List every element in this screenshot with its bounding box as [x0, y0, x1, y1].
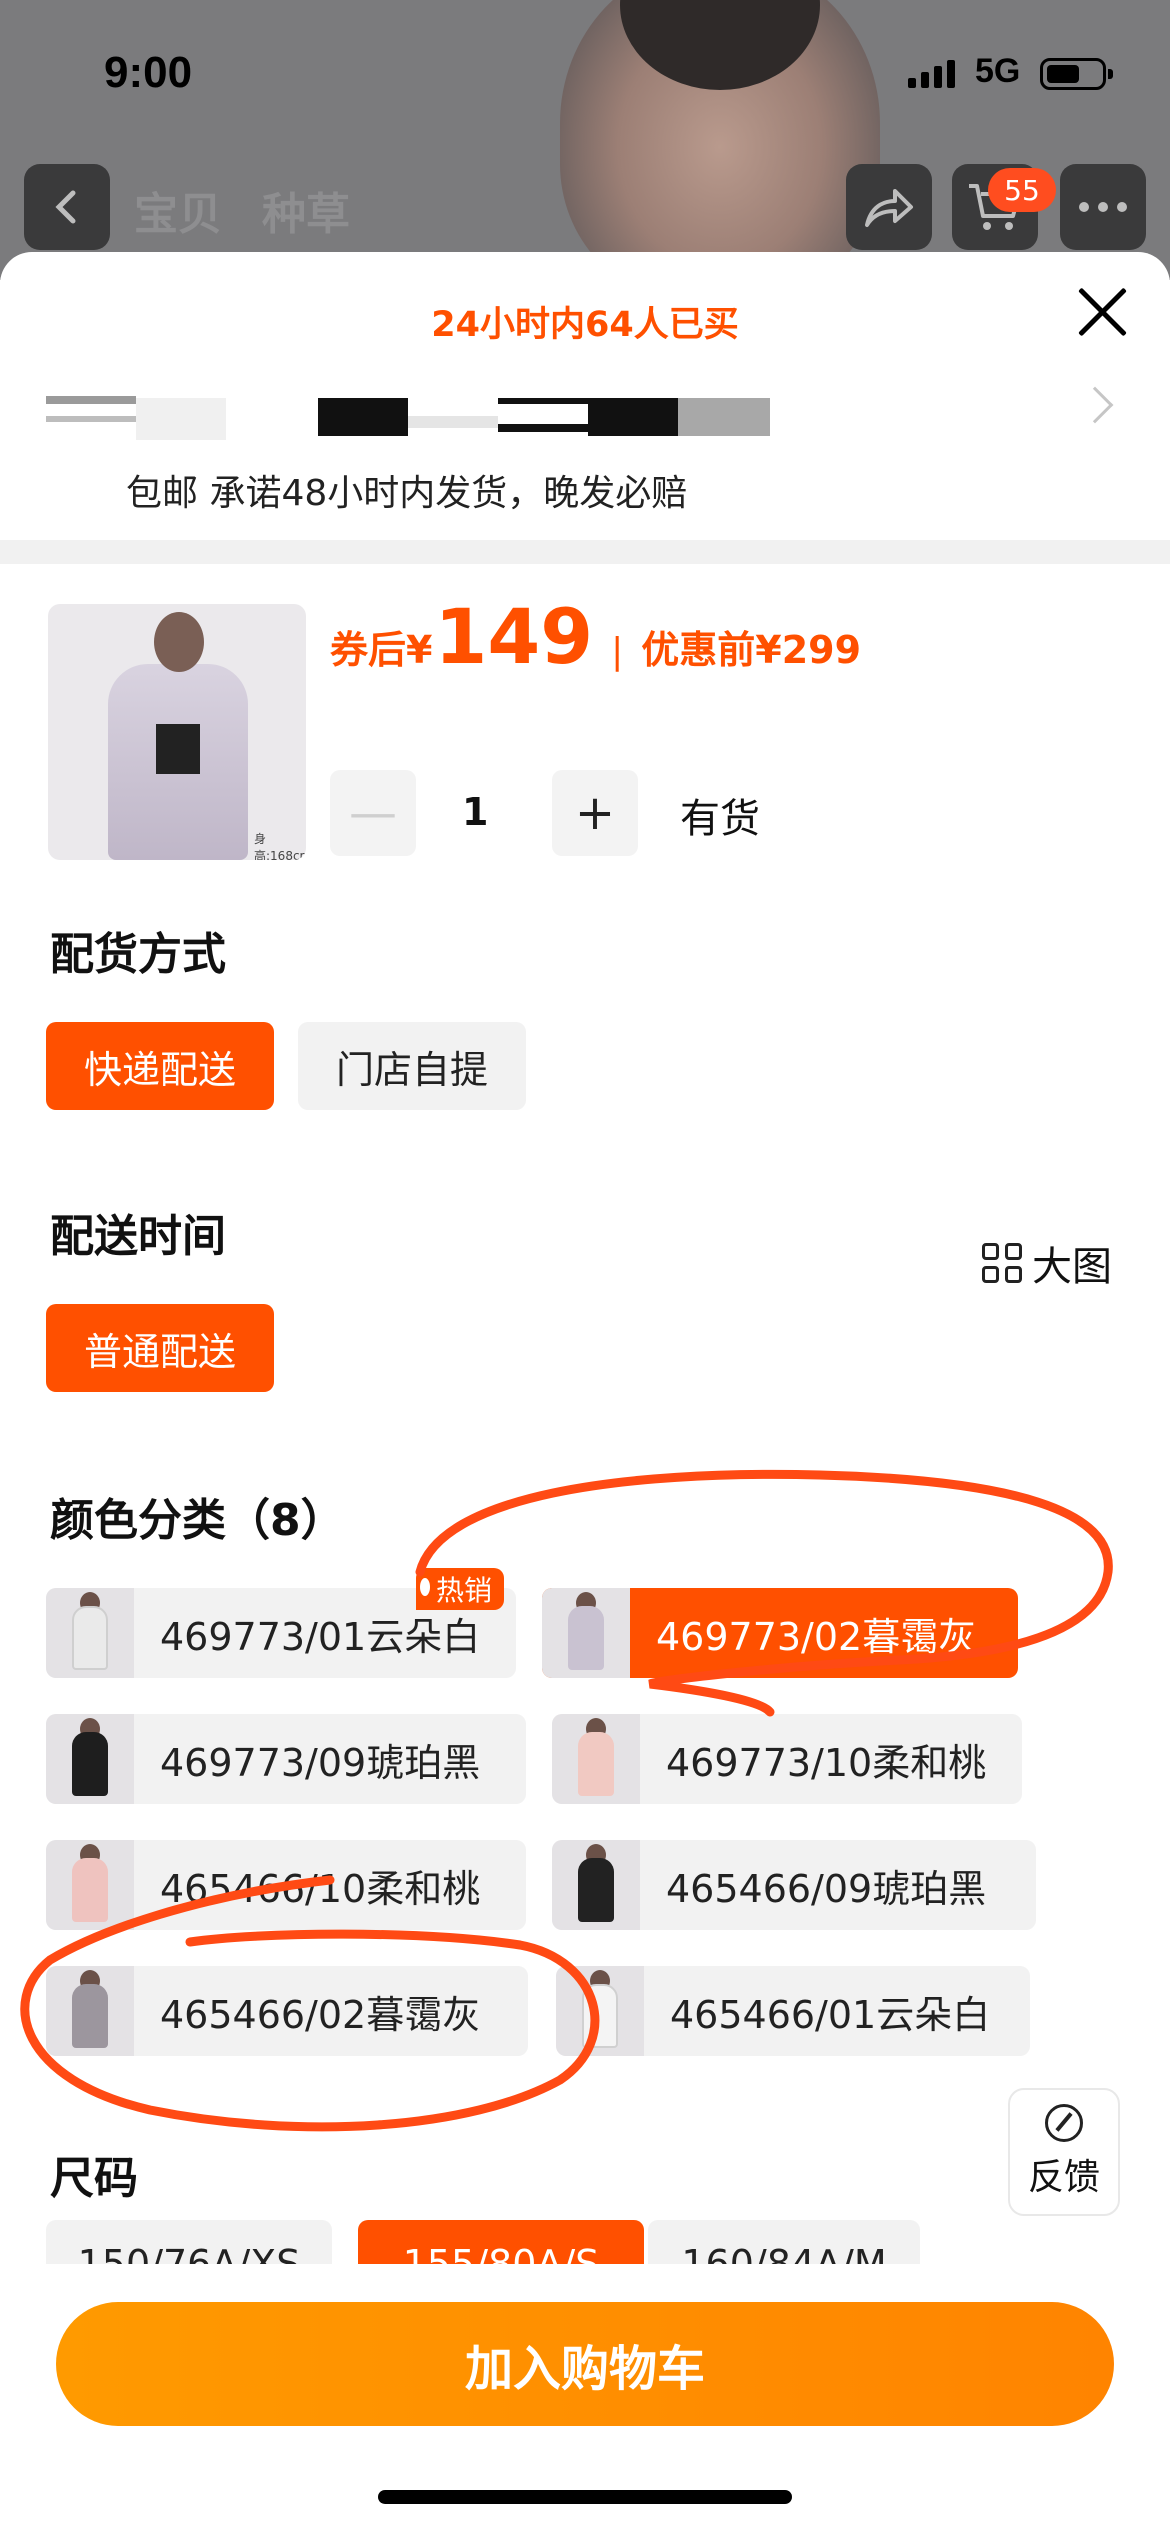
color-label: 469773/09琥珀黑 — [160, 1740, 481, 1785]
grid-icon — [982, 1243, 1022, 1283]
tab-item[interactable]: 宝贝 — [134, 178, 222, 242]
color-thumb — [552, 1840, 640, 1930]
color-option[interactable]: 465466/09琥珀黑 — [552, 1840, 1036, 1930]
color-thumb — [46, 1840, 134, 1930]
thumb-inner-top — [156, 724, 200, 774]
price-before-label: 优惠前 — [641, 628, 756, 672]
big-view-toggle[interactable]: 大图 — [982, 1234, 1112, 1292]
color-option-selected[interactable]: 469773/02暮霭灰 — [542, 1588, 1018, 1678]
network-type: 5G — [975, 52, 1021, 90]
color-label: 465466/02暮霭灰 — [160, 1992, 481, 2037]
color-thumb — [552, 1714, 640, 1804]
size-section-title: 尺码 — [50, 2153, 138, 2204]
address-redacted[interactable] — [46, 390, 770, 446]
delivery-method-title: 配货方式 — [50, 929, 226, 980]
color-section-title: 颜色分类（8） — [50, 1495, 345, 1546]
price-after-value: 149 — [434, 592, 594, 681]
stock-status: 有货 — [680, 796, 760, 842]
tab-seed[interactable]: 种草 — [262, 178, 350, 242]
color-thumb — [542, 1588, 630, 1678]
big-view-label: 大图 — [1032, 1244, 1112, 1290]
color-label: 465466/09琥珀黑 — [666, 1866, 987, 1911]
product-thumbnail[interactable]: 身高:168cm 穿着尺码:M — [48, 604, 306, 860]
size-options: 150/76A/XS 155/80A/S 160/84A/M — [0, 2220, 1170, 2264]
status-time: 9:00 — [104, 48, 193, 97]
option-store-pickup[interactable]: 门店自提 — [298, 1022, 526, 1110]
more-button[interactable] — [1060, 164, 1146, 250]
home-indicator — [378, 2490, 792, 2504]
section-divider — [0, 540, 1170, 564]
option-express-delivery[interactable]: 快递配送 — [46, 1022, 274, 1110]
quantity-value[interactable]: 1 — [462, 790, 488, 834]
sku-sheet: 24小时内64人已买 包邮 承诺48小时内发货，晚发必赔 身高:168cm 穿着… — [0, 252, 1170, 2532]
feedback-label: 反馈 — [1027, 2157, 1100, 2198]
sold-count-text: 24小时内64人已买 — [431, 305, 739, 345]
color-label: 469773/02暮霭灰 — [656, 1614, 977, 1659]
share-button[interactable] — [846, 164, 932, 250]
chevron-right-icon[interactable] — [1076, 386, 1114, 424]
nav-tabs: 宝贝 种草 — [134, 178, 350, 242]
close-icon[interactable] — [1072, 282, 1132, 342]
size-option-selected[interactable]: 155/80A/S — [358, 2220, 644, 2264]
price-after-label: 券后 — [330, 628, 407, 672]
share-icon — [865, 189, 913, 227]
delivery-time-title: 配送时间 — [50, 1211, 226, 1262]
add-to-cart-button[interactable]: 加入购物车 — [56, 2302, 1114, 2426]
price-row: 券后 ¥ 149 | 优惠前 ¥299 — [330, 592, 861, 681]
thumb-caption: 身高:168cm 穿着尺码:M — [254, 832, 306, 860]
thumb-head — [154, 612, 204, 672]
color-option[interactable]: 469773/09琥珀黑 — [46, 1714, 526, 1804]
currency-symbol: ¥ — [406, 628, 433, 672]
color-option[interactable]: 469773/10柔和桃 — [552, 1714, 1022, 1804]
color-label: 469773/10柔和桃 — [666, 1740, 987, 1785]
status-bar: 9:00 5G — [0, 42, 1170, 102]
price-separator: | — [611, 631, 624, 672]
color-thumb — [556, 1966, 644, 2056]
color-label: 469773/01云朵白 — [160, 1614, 481, 1659]
color-thumb — [46, 1714, 134, 1804]
hot-sale-badge: 热销 — [416, 1568, 505, 1610]
color-option[interactable]: 465466/02暮霭灰 — [46, 1966, 528, 2056]
signal-icon — [908, 58, 955, 88]
color-thumb — [46, 1966, 134, 2056]
size-option[interactable]: 150/76A/XS — [46, 2220, 332, 2264]
color-option[interactable]: 465466/01云朵白 — [556, 1966, 1030, 2056]
quantity-increase-button[interactable]: + — [552, 770, 638, 856]
color-option[interactable]: 465466/10柔和桃 — [46, 1840, 526, 1930]
shipping-promise: 包邮 承诺48小时内发货，晚发必赔 — [126, 473, 688, 514]
color-label: 465466/10柔和桃 — [160, 1866, 481, 1911]
quantity-decrease-button[interactable]: — — [330, 770, 416, 856]
more-icon — [1079, 202, 1127, 212]
back-button[interactable] — [24, 164, 110, 250]
color-label: 465466/01云朵白 — [670, 1992, 991, 2037]
chevron-left-icon — [55, 190, 76, 224]
feedback-button[interactable]: 反馈 — [1008, 2088, 1120, 2216]
edit-icon — [1045, 2104, 1083, 2142]
option-standard-delivery[interactable]: 普通配送 — [46, 1304, 274, 1392]
cart-count-badge: 55 — [988, 168, 1056, 212]
battery-icon — [1040, 58, 1113, 90]
color-thumb — [46, 1588, 134, 1678]
price-before-value: ¥299 — [755, 628, 862, 672]
size-option[interactable]: 160/84A/M — [648, 2220, 920, 2264]
